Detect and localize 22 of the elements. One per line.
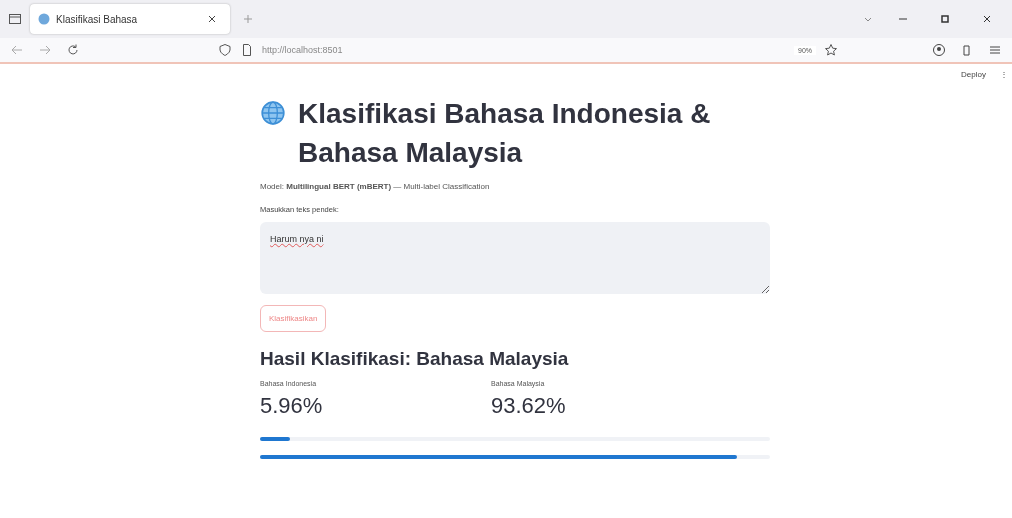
metric-value: 5.96% xyxy=(260,393,324,419)
model-description: Model: Multilingual BERT (mBERT) — Multi-label Classification xyxy=(260,182,491,191)
close-icon[interactable] xyxy=(982,14,992,24)
shield-icon[interactable] xyxy=(218,43,232,57)
menu-icon[interactable] xyxy=(988,43,1002,57)
result-heading: Hasil Klasifikasi: Bahasa Malaysia xyxy=(260,348,570,370)
text-input-field[interactable]: Harum nya ni xyxy=(260,222,770,294)
browser-tab[interactable]: Klasifikasi Bahasa xyxy=(30,4,230,34)
close-icon[interactable] xyxy=(208,15,216,23)
page-icon xyxy=(240,43,254,57)
tab-list-icon[interactable] xyxy=(8,12,22,26)
reload-icon[interactable] xyxy=(66,43,80,57)
page-title: Klasifikasi Bahasa Indonesia & Bahasa Malaysia xyxy=(298,97,712,170)
star-icon[interactable] xyxy=(824,43,838,57)
more-button[interactable]: ⋮ xyxy=(996,68,1012,81)
deploy-button[interactable]: Deploy xyxy=(957,68,990,81)
maximize-icon[interactable] xyxy=(940,14,950,24)
chevron-icon[interactable] xyxy=(864,15,872,23)
globe-icon xyxy=(38,13,50,25)
account-icon[interactable] xyxy=(932,43,946,57)
metric-value: 93.62% xyxy=(491,393,567,419)
globe-icon xyxy=(260,100,286,126)
